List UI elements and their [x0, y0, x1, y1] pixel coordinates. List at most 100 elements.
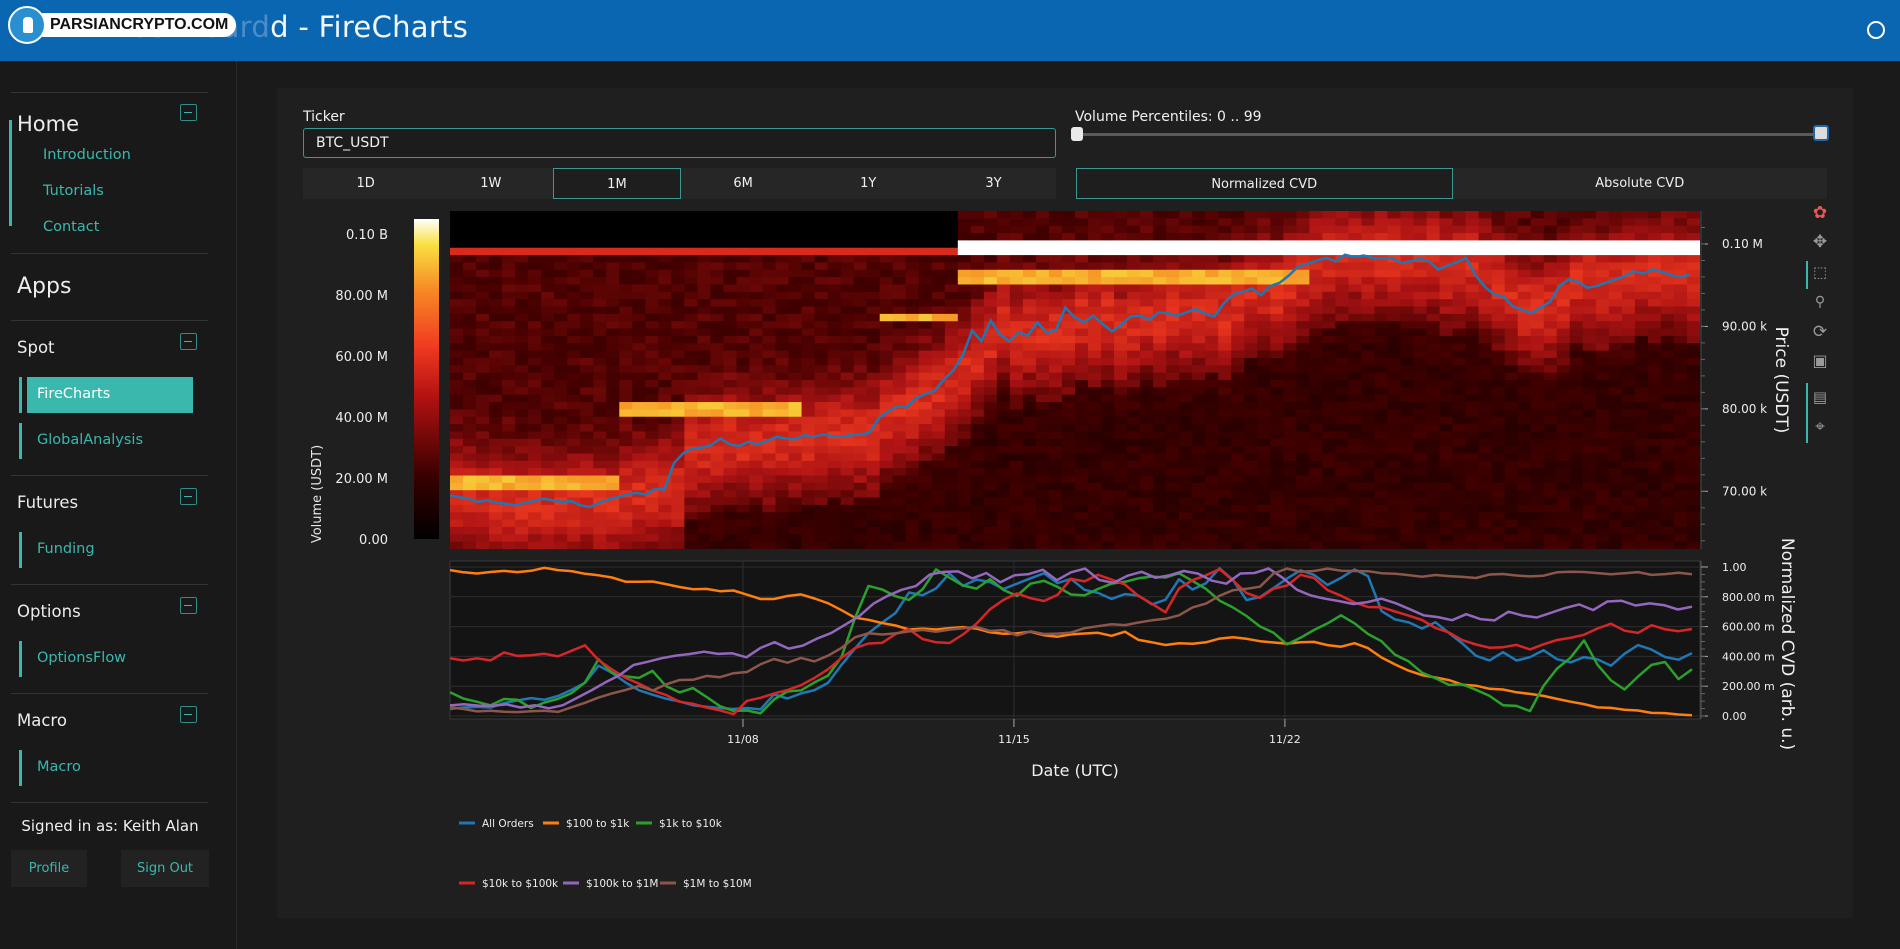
reset-icon[interactable]: ⟳ — [1808, 322, 1832, 342]
heatmap-cell — [1244, 541, 1258, 549]
heatmap-cell — [1244, 277, 1258, 285]
heatmap-cell — [684, 372, 698, 381]
heatmap-cell — [593, 284, 607, 293]
heatmap-cell — [489, 475, 503, 484]
heatmap-cell — [1452, 365, 1467, 374]
pan-icon[interactable]: ✥ — [1808, 232, 1832, 252]
heatmap-cell — [801, 291, 816, 300]
heatmap-cell — [1582, 460, 1597, 469]
heatmap-cell — [1166, 299, 1180, 308]
heatmap-cell — [1413, 453, 1428, 462]
heatmap-cell — [1452, 438, 1467, 447]
heatmap-cell — [1491, 306, 1506, 315]
hover-compare-icon[interactable]: ▤ — [1808, 387, 1832, 407]
heatmap-cell — [1634, 380, 1649, 388]
heatmap-cell — [697, 468, 711, 477]
zoom-in-out-icon[interactable]: ⚲ — [1808, 292, 1832, 312]
heatmap-cell — [1218, 255, 1232, 263]
heatmap-cell — [905, 343, 920, 352]
crosshair-icon[interactable]: ⌖ — [1808, 417, 1832, 437]
legend-item-label[interactable]: $1M to $10M — [683, 878, 752, 890]
heatmap-cell — [619, 284, 633, 293]
heatmap-cell — [645, 328, 659, 337]
heatmap-cell — [801, 490, 816, 499]
heatmap-cell — [1686, 380, 1700, 388]
legend-item-label[interactable]: All Orders — [482, 818, 534, 830]
legend-item-label[interactable]: $100k to $1M — [586, 878, 658, 890]
heatmap-cell — [476, 291, 490, 300]
heatmap-cell — [1400, 541, 1415, 549]
heatmap-cell — [1309, 328, 1323, 337]
heatmap-cell — [944, 512, 959, 521]
box-zoom-icon[interactable]: ⬚ — [1808, 262, 1832, 282]
heatmap-cell — [1322, 240, 1336, 249]
heatmap-cell — [632, 504, 646, 513]
heatmap-cell — [840, 387, 855, 396]
heatmap-cell — [1231, 357, 1245, 366]
heatmap-cell — [658, 541, 672, 549]
heatmap-cell — [762, 328, 777, 337]
heatmap-cell — [1504, 240, 1519, 249]
heatmap-cell — [567, 475, 581, 484]
heatmap-cell — [1673, 541, 1688, 549]
heatmap-cell — [1022, 277, 1037, 285]
heatmap-cell — [970, 225, 985, 234]
heatmap-cell — [580, 541, 594, 549]
heatmap-cell — [1660, 387, 1675, 396]
heatmap-cell — [1582, 255, 1597, 263]
heatmap-cell — [736, 357, 750, 366]
heatmap-cell — [580, 225, 594, 234]
heatmap-cell — [697, 504, 711, 513]
logo-icon[interactable]: ✿ — [1808, 203, 1832, 223]
heatmap-cell — [1192, 468, 1206, 477]
heatmap-cell — [1491, 504, 1506, 513]
legend-item-label[interactable]: $1k to $10k — [659, 818, 723, 830]
heatmap-cell — [892, 313, 907, 322]
heatmap-cell — [1426, 541, 1441, 549]
save-icon[interactable]: ▣ — [1808, 351, 1832, 371]
heatmap-cell — [1660, 233, 1675, 241]
heatmap-cell — [749, 475, 763, 484]
heatmap-cell — [1075, 431, 1089, 440]
heatmap-cell — [1088, 247, 1102, 256]
heatmap-cell — [1205, 233, 1219, 241]
firechart-figure[interactable]: 0.0020.00 M40.00 M60.00 M80.00 M0.10 B V… — [0, 0, 1900, 949]
heatmap-cell — [1035, 504, 1050, 513]
heatmap-cell — [671, 541, 685, 549]
legend-item-label[interactable]: $10k to $100k — [482, 878, 559, 890]
heatmap-cell — [801, 460, 816, 469]
heatmap-cell — [1686, 453, 1700, 462]
heatmap-cell — [840, 438, 855, 447]
heatmap-cell — [736, 460, 750, 469]
heatmap-cell — [1647, 460, 1662, 469]
heatmap-cell — [1322, 380, 1336, 388]
heatmap-cell — [1009, 372, 1024, 381]
heatmap-cell — [632, 335, 646, 344]
heatmap-cell — [1231, 490, 1245, 499]
heatmap-cell — [1582, 350, 1597, 359]
heatmap-cell — [658, 402, 672, 410]
heatmap-cell — [1309, 497, 1323, 506]
heatmap-cell — [1296, 526, 1310, 535]
liquidity-heatmap[interactable] — [450, 211, 1701, 550]
legend-item-label[interactable]: $100 to $1k — [566, 818, 630, 830]
heatmap-cell — [814, 233, 829, 241]
heatmap-cell — [931, 291, 946, 300]
heatmap-cell — [1088, 541, 1102, 549]
heatmap-cell — [1035, 343, 1050, 352]
heatmap-cell — [1114, 438, 1128, 447]
legend: All Orders $100 to $1k $1k to $10k $10k to … — [459, 818, 752, 890]
heatmap-cell — [554, 519, 568, 528]
heatmap-cell — [1569, 350, 1584, 359]
heatmap-cell — [1244, 380, 1258, 388]
heatmap-cell — [931, 424, 946, 432]
heatmap-cell — [1257, 394, 1271, 403]
heatmap-cell — [957, 482, 972, 491]
heatmap-cell — [1517, 350, 1532, 359]
heatmap-cell — [1114, 402, 1128, 410]
heatmap-cell — [1218, 468, 1232, 477]
heatmap-cell — [892, 269, 907, 278]
heatmap-cell — [801, 284, 816, 293]
heatmap-cell — [1621, 460, 1636, 469]
heatmap-cell — [1517, 343, 1532, 352]
